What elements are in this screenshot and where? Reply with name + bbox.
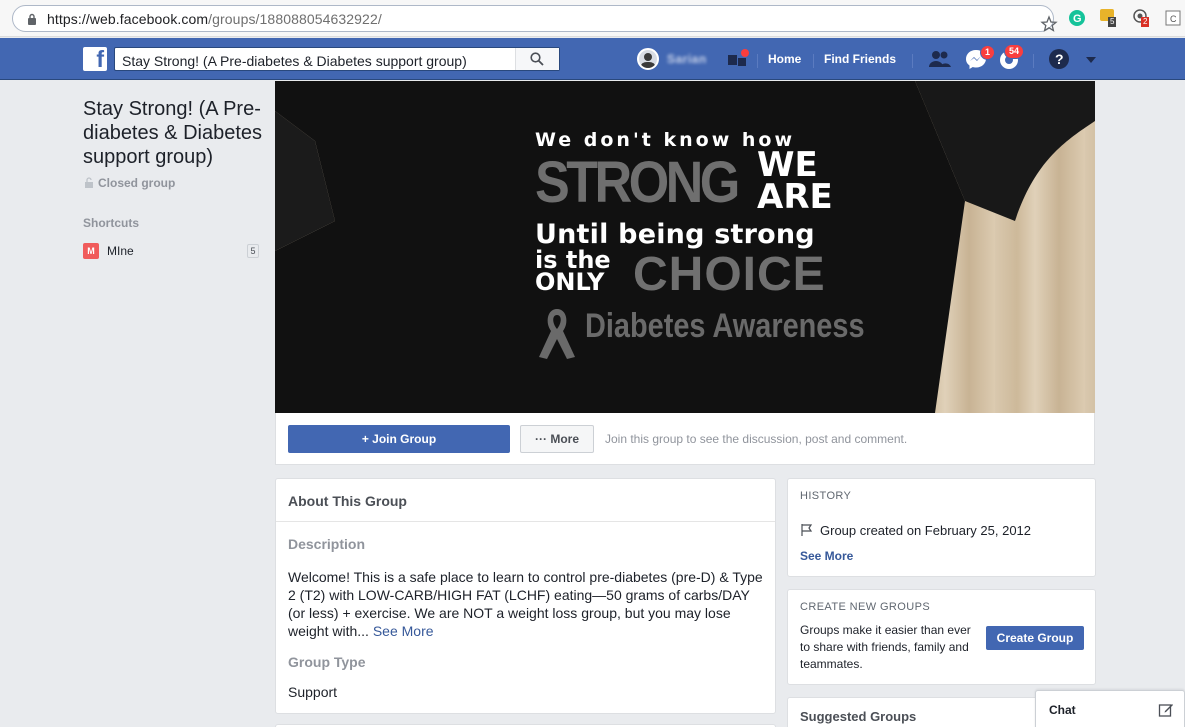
svg-text:C: C: [1170, 14, 1177, 24]
friend-requests-icon[interactable]: [928, 48, 952, 70]
home-link[interactable]: Home: [768, 52, 801, 66]
history-caption: HISTORY: [800, 490, 852, 502]
nav-separator: [912, 54, 913, 68]
extension-icon[interactable]: 5: [1100, 9, 1118, 27]
history-card: HISTORY Group created on February 25, 20…: [787, 478, 1096, 577]
divider: [276, 521, 775, 522]
lock-icon: [28, 13, 36, 25]
nav-separator: [813, 54, 814, 68]
suggested-heading: Suggested Groups: [800, 709, 917, 724]
browser-toolbar: https://web.facebook.com/groups/18808805…: [0, 0, 1185, 37]
about-heading: About This Group: [288, 493, 407, 509]
search-input[interactable]: Stay Strong! (A Pre-diabetes & Diabetes …: [122, 53, 467, 69]
profile-name-link[interactable]: Sarian: [667, 52, 707, 66]
history-item: Group created on February 25, 2012: [800, 523, 1031, 538]
facebook-logo-icon[interactable]: f: [83, 46, 107, 72]
svg-text:G: G: [1073, 13, 1082, 25]
history-see-more-link[interactable]: See More: [800, 549, 853, 563]
svg-text:?: ?: [1055, 51, 1064, 67]
slogan-choice: CHOICE: [633, 248, 826, 301]
search-box[interactable]: Stay Strong! (A Pre-diabetes & Diabetes …: [114, 47, 560, 71]
create-groups-card: CREATE NEW GROUPS Groups make it easier …: [787, 589, 1096, 685]
shortcut-label: MIne: [107, 244, 134, 258]
url-text: https://web.facebook.com/groups/18808805…: [47, 11, 382, 27]
description-text: Welcome! This is a safe place to learn t…: [288, 569, 763, 639]
slogan-we-are: WE ARE: [757, 145, 833, 217]
slogan-line: is the ONLY: [535, 246, 611, 296]
about-card: About This Group Description Welcome! Th…: [275, 478, 776, 714]
compose-icon[interactable]: [1158, 702, 1174, 718]
notifications-badge: 54: [1004, 44, 1025, 59]
join-group-button[interactable]: + Join Group: [288, 425, 510, 453]
help-icon[interactable]: ?: [1047, 48, 1071, 70]
join-hint: Join this group to see the discussion, p…: [605, 432, 908, 446]
ribbon-icon: [539, 309, 575, 359]
address-bar[interactable]: https://web.facebook.com/groups/18808805…: [12, 5, 1058, 32]
group-title[interactable]: Stay Strong! (A Pre-diabetes & Diabetes …: [83, 97, 268, 169]
search-button[interactable]: [515, 48, 559, 70]
avatar[interactable]: [637, 48, 659, 70]
group-action-bar: + Join Group ··· More Join this group to…: [275, 413, 1095, 465]
flag-icon: [801, 524, 813, 536]
search-icon: [530, 52, 544, 66]
cover-photo[interactable]: We don't know how STRONG WE ARE Until bei…: [275, 81, 1095, 413]
slogan-awareness: Diabetes Awareness: [585, 307, 865, 345]
slogan-line: We don't know how: [535, 129, 795, 151]
find-friends-link[interactable]: Find Friends: [824, 52, 896, 66]
create-group-button[interactable]: Create Group: [986, 626, 1084, 650]
padlock-icon: [85, 177, 93, 188]
create-text: Groups make it easier than ever to share…: [800, 623, 971, 671]
extension-icon[interactable]: 2: [1133, 9, 1151, 27]
chat-bar[interactable]: Chat: [1035, 690, 1185, 727]
more-button[interactable]: ··· More: [520, 425, 594, 453]
extension-icon[interactable]: C: [1164, 9, 1182, 27]
create-caption: CREATE NEW GROUPS: [800, 601, 931, 613]
group-type-label: Group Type: [288, 654, 366, 670]
star-icon[interactable]: [1040, 15, 1058, 33]
nav-separator: [757, 54, 758, 68]
facebook-top-bar: f Stay Strong! (A Pre-diabetes & Diabete…: [0, 38, 1185, 80]
shortcut-item[interactable]: M MIne 5: [83, 243, 259, 259]
grammarly-icon[interactable]: G: [1068, 9, 1086, 27]
groups-icon[interactable]: [726, 48, 750, 70]
group-type-value: Support: [288, 684, 338, 700]
shortcut-avatar: M: [83, 243, 99, 259]
shortcut-count: 5: [247, 244, 259, 258]
nav-separator: [1033, 54, 1034, 68]
see-more-link[interactable]: See More: [373, 623, 434, 639]
chat-label: Chat: [1049, 703, 1076, 717]
slogan-strong: STRONG: [535, 150, 740, 215]
dropdown-icon[interactable]: [1080, 50, 1104, 72]
messages-badge: 1: [980, 45, 996, 60]
shortcuts-heading: Shortcuts: [83, 216, 140, 230]
description-label: Description: [288, 536, 366, 552]
group-privacy: Closed group: [84, 176, 175, 190]
